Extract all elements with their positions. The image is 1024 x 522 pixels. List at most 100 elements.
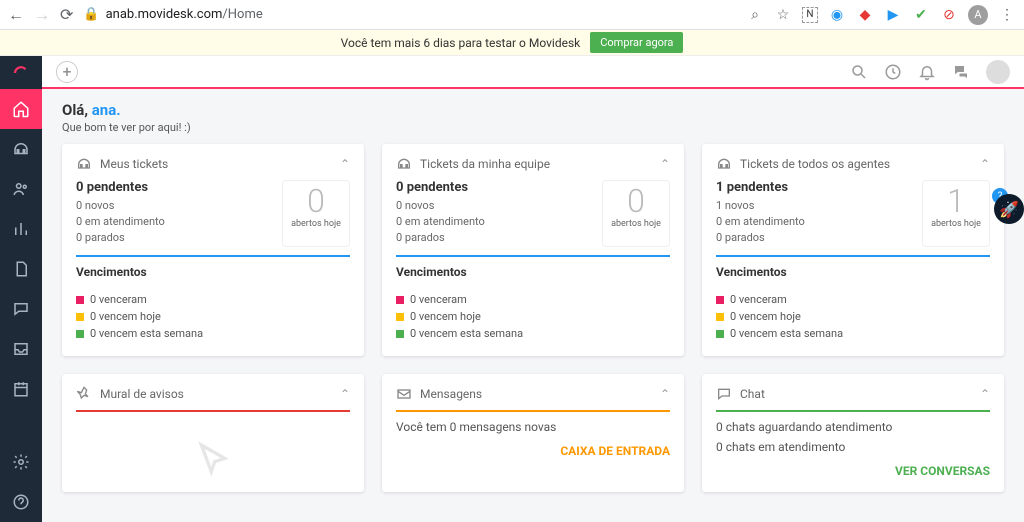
sidebar-item-help[interactable] [0, 482, 42, 522]
sidebar-item-inbox[interactable] [0, 329, 42, 369]
chevron-up-icon[interactable]: ⌃ [340, 157, 350, 171]
card-title: Meus tickets [100, 157, 168, 171]
ext-diamond-icon[interactable]: ◆ [856, 6, 874, 24]
key-icon[interactable]: ⌕ [746, 6, 764, 24]
inbox-link[interactable]: CAIXA DE ENTRADA [396, 444, 670, 458]
ext-play-icon[interactable]: ▶ [884, 6, 902, 24]
venc-title: Vencimentos [396, 265, 670, 279]
card-my-tickets: Meus tickets ⌃ 0 pendentes 0 novos 0 em … [62, 144, 364, 356]
ext-n-icon[interactable]: N [802, 7, 818, 23]
card-title: Mural de avisos [100, 387, 184, 401]
card-title: Tickets da minha equipe [420, 157, 550, 171]
back-icon[interactable]: ← [8, 5, 24, 25]
forward-icon[interactable]: → [34, 5, 50, 25]
parados-line: 0 parados [76, 231, 272, 244]
browser-toolbar: ← → ⟳ 🔒 anab.movidesk.com/Home ⌕ ☆ N ◉ ◆… [0, 0, 1024, 30]
greeting-sub: Que bom te ver por aqui! :) [62, 121, 1004, 134]
opened-today-num: 1 [923, 185, 989, 217]
venc-week: 0 vencem esta semana [76, 327, 350, 340]
greeting-hello: Olá, [62, 101, 92, 119]
sidebar-item-calendar[interactable] [0, 369, 42, 409]
sidebar-item-chat[interactable] [0, 289, 42, 329]
url-text: anab.movidesk.com/Home [106, 7, 263, 22]
pending-count: 0 pendentes [76, 180, 272, 195]
lock-icon: 🔒 [83, 7, 99, 22]
chevron-up-icon[interactable]: ⌃ [340, 387, 350, 401]
dashboard-content: Olá, ana. Que bom te ver por aqui! :) Me… [42, 89, 1024, 522]
card-chat: Chat ⌃ 0 chats aguardando atendimento 0 … [702, 374, 1004, 492]
clock-icon[interactable] [884, 63, 902, 81]
ext-shield-icon[interactable]: ◉ [828, 6, 846, 24]
venc-today: 0 vencem hoje [396, 310, 670, 323]
chat-waiting: 0 chats aguardando atendimento [716, 420, 990, 434]
venc-title: Vencimentos [76, 265, 350, 279]
see-chats-link[interactable]: VER CONVERSAS [716, 464, 990, 478]
chevron-up-icon[interactable]: ⌃ [980, 157, 990, 171]
sidebar-item-tickets[interactable] [0, 129, 42, 169]
messages-body: Você tem 0 mensagens novas [396, 420, 670, 434]
chevron-up-icon[interactable]: ⌃ [660, 157, 670, 171]
sidebar-item-settings[interactable] [0, 442, 42, 482]
atend-line: 0 em atendimento [396, 215, 592, 228]
greeting: Olá, ana. Que bom te ver por aqui! :) [62, 101, 1004, 134]
sidebar-item-home[interactable] [0, 89, 42, 129]
card-title: Mensagens [420, 387, 482, 401]
venc-title: Vencimentos [716, 265, 990, 279]
cursor-icon [193, 440, 233, 480]
search-icon[interactable] [850, 63, 868, 81]
venc-week: 0 vencem esta semana [396, 327, 670, 340]
opened-today-lbl: abertos hoje [923, 219, 989, 229]
sidebar [0, 56, 42, 522]
comments-icon[interactable] [952, 63, 970, 81]
ext-block-icon[interactable]: ⊘ [940, 6, 958, 24]
star-icon[interactable]: ☆ [774, 6, 792, 24]
buy-now-button[interactable]: Comprar agora [590, 32, 683, 53]
card-all-tickets: Tickets de todos os agentes ⌃ 1 pendente… [702, 144, 1004, 356]
pending-count: 0 pendentes [396, 180, 592, 195]
card-mural: Mural de avisos ⌃ [62, 374, 364, 492]
atend-line: 0 em atendimento [716, 215, 912, 228]
venc-overdue: 0 venceram [76, 293, 350, 306]
venc-today: 0 vencem hoje [76, 310, 350, 323]
venc-today: 0 vencem hoje [716, 310, 990, 323]
bell-icon[interactable] [918, 63, 936, 81]
opened-today-box: 0 abertos hoje [602, 180, 670, 247]
trial-text: Você tem mais 6 dias para testar o Movid… [341, 36, 581, 50]
venc-overdue: 0 venceram [716, 293, 990, 306]
headset-icon [76, 156, 92, 172]
sidebar-item-reports[interactable] [0, 209, 42, 249]
chevron-up-icon[interactable]: ⌃ [660, 387, 670, 401]
rocket-launcher-icon[interactable]: 🚀 [994, 194, 1024, 224]
opened-today-num: 0 [283, 185, 349, 217]
novos-line: 1 novos [716, 199, 912, 212]
sidebar-item-docs[interactable] [0, 249, 42, 289]
opened-today-num: 0 [603, 185, 669, 217]
topbar: + [42, 56, 1024, 89]
greeting-name: ana. [92, 101, 121, 119]
card-title: Tickets de todos os agentes [740, 157, 890, 171]
profile-avatar[interactable]: A [968, 5, 988, 25]
pending-count: 1 pendentes [716, 180, 912, 195]
chat-active: 0 chats em atendimento [716, 440, 990, 454]
pin-icon [76, 386, 92, 402]
chat-icon [716, 386, 732, 402]
chevron-up-icon[interactable]: ⌃ [980, 387, 990, 401]
app-logo [0, 56, 42, 89]
novos-line: 0 novos [76, 199, 272, 212]
card-title: Chat [740, 387, 765, 401]
opened-today-box: 0 abertos hoje [282, 180, 350, 247]
opened-today-lbl: abertos hoje [283, 219, 349, 229]
new-button[interactable]: + [56, 61, 78, 83]
opened-today-box: 1 abertos hoje [922, 180, 990, 247]
ext-check-icon[interactable]: ✔ [912, 6, 930, 24]
atend-line: 0 em atendimento [76, 215, 272, 228]
kebab-icon[interactable]: ⋮ [998, 6, 1016, 24]
venc-week: 0 vencem esta semana [716, 327, 990, 340]
card-team-tickets: Tickets da minha equipe ⌃ 0 pendentes 0 … [382, 144, 684, 356]
parados-line: 0 parados [396, 231, 592, 244]
user-avatar[interactable] [986, 60, 1010, 84]
reload-icon[interactable]: ⟳ [60, 5, 73, 25]
headset-icon [396, 156, 412, 172]
headset-icon [716, 156, 732, 172]
sidebar-item-people[interactable] [0, 169, 42, 209]
